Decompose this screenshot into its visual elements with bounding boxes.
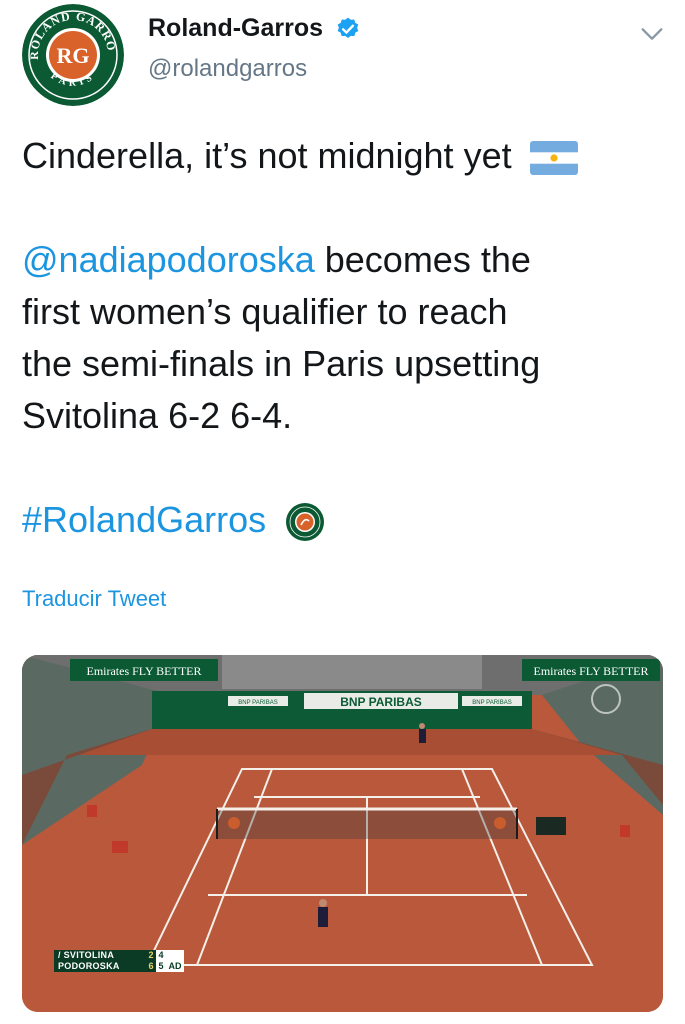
verified-badge-icon bbox=[338, 17, 359, 38]
scoreboard: / SVITOLINA 2 4 PODOROSKA 6 5 AD bbox=[54, 950, 184, 972]
scoreboard-player1-sets: 2 bbox=[146, 950, 156, 961]
tweet-line-4: the semi-finals in Paris upsetting bbox=[22, 343, 541, 384]
sponsor-center-text: BNP PARIBAS bbox=[340, 695, 422, 709]
tweet-line-1-text: Cinderella, it’s not midnight yet bbox=[22, 135, 512, 176]
scoreboard-player1-points bbox=[166, 950, 184, 961]
sponsor-small-left: BNP PARIBAS bbox=[238, 700, 277, 706]
tweet-line-5: Svitolina 6-2 6-4. bbox=[22, 395, 293, 436]
logo-monogram: RG bbox=[57, 43, 90, 68]
tweet-line-2: @nadiapodoroska becomes the bbox=[22, 234, 662, 286]
scoreboard-player1-games: 4 bbox=[156, 950, 166, 961]
scoreboard-row-2: PODOROSKA 6 5 AD bbox=[54, 961, 184, 972]
tweet-header: RG ROLAND GARROS PARIS Roland-Garros @ro… bbox=[0, 0, 685, 110]
mention-link[interactable]: @nadiapodoroska bbox=[22, 239, 315, 280]
scoreboard-row-1: / SVITOLINA 2 4 bbox=[54, 950, 184, 961]
author-display-name[interactable]: Roland-Garros bbox=[148, 14, 323, 43]
author-block[interactable]: Roland-Garros @rolandgarros bbox=[148, 14, 361, 83]
chevron-down-icon[interactable] bbox=[638, 20, 666, 48]
translate-tweet-link[interactable]: Traducir Tweet bbox=[22, 586, 166, 612]
avatar[interactable]: RG ROLAND GARROS PARIS bbox=[22, 4, 124, 106]
author-handle[interactable]: @rolandgarros bbox=[148, 55, 361, 83]
tweet-line-2-text: becomes the bbox=[314, 239, 531, 280]
sponsor-small-right: BNP PARIBAS bbox=[472, 700, 511, 706]
roland-garros-logo: RG ROLAND GARROS PARIS bbox=[22, 4, 124, 106]
board-right-text: Emirates FLY BETTER bbox=[533, 664, 648, 678]
tweet-body: Cinderella, it’s not midnight yet @nadia… bbox=[22, 130, 662, 546]
scoreboard-player1-name: / SVITOLINA bbox=[54, 950, 146, 961]
scoreboard-player2-sets: 6 bbox=[146, 961, 156, 972]
tweet-line-1: Cinderella, it’s not midnight yet bbox=[22, 130, 662, 182]
argentina-flag-icon bbox=[529, 141, 578, 176]
board-left-text: Emirates FLY BETTER bbox=[86, 664, 201, 678]
hashtag-line: #RolandGarros bbox=[22, 494, 662, 546]
scoreboard-player2-games: 5 bbox=[156, 961, 166, 972]
hashtag-link[interactable]: #RolandGarros bbox=[22, 499, 266, 540]
roland-garros-emoji-icon bbox=[286, 503, 325, 542]
tweet-line-3: first women’s qualifier to reach bbox=[22, 291, 508, 332]
scoreboard-player2-points: AD bbox=[166, 961, 184, 972]
tweet-media-video[interactable]: Emirates FLY BETTER Emirates FLY BETTER … bbox=[22, 655, 663, 1012]
scoreboard-player2-name: PODOROSKA bbox=[54, 961, 146, 972]
